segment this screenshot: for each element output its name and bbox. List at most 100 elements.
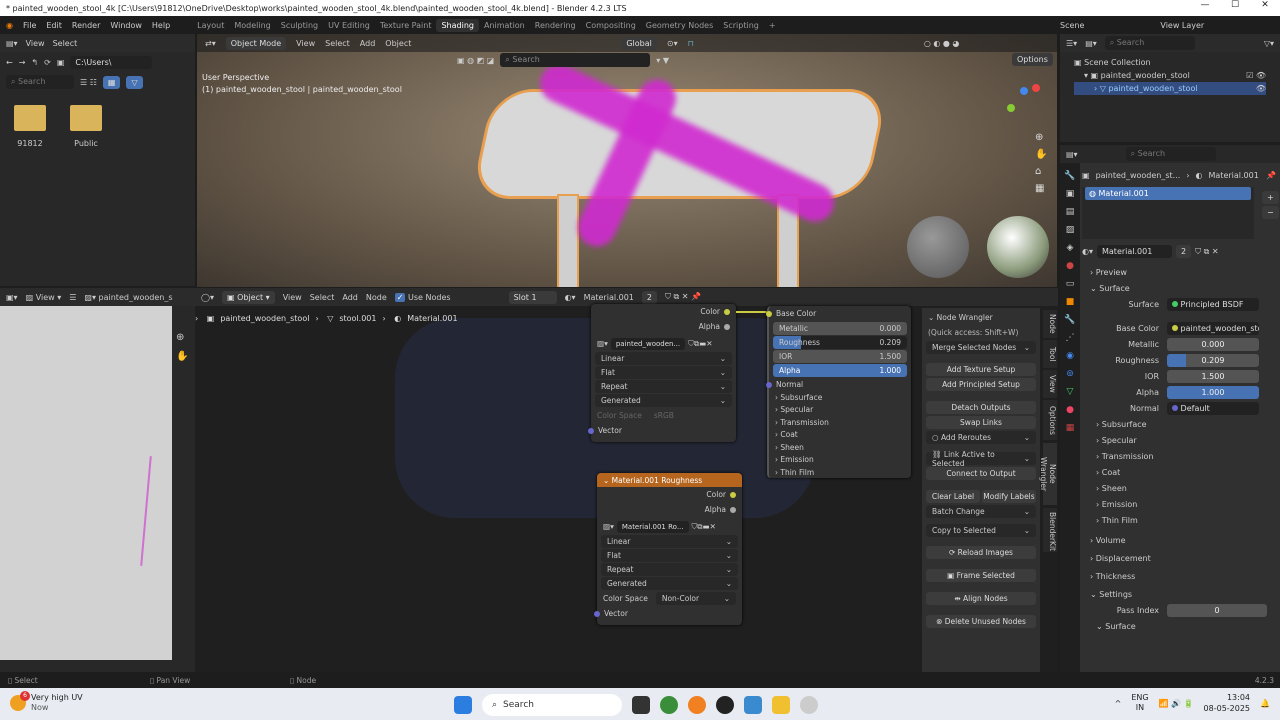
extension-dropdown[interactable]: Repeat ⌄ <box>595 380 732 393</box>
tab-shading[interactable]: Shading <box>436 18 479 32</box>
folder-item[interactable]: 91812 <box>14 105 46 148</box>
texture-tab-icon[interactable]: ▦ <box>1066 423 1075 433</box>
vector-input-socket[interactable] <box>594 610 600 617</box>
color-output-socket[interactable] <box>730 491 736 498</box>
sidebar-tab-view[interactable]: View <box>1043 370 1057 398</box>
tab-animation[interactable]: Animation <box>479 19 530 32</box>
file-explorer-icon[interactable] <box>772 696 790 714</box>
interpolation-dropdown[interactable]: Linear ⌄ <box>595 352 732 365</box>
bsdf-alpha-field[interactable]: Alpha 1.000 <box>773 364 907 377</box>
parent-dir-icon[interactable]: ↰ <box>31 58 38 67</box>
render-tab-icon[interactable]: ▣ <box>1066 189 1075 199</box>
menu-window[interactable]: Window <box>110 21 142 30</box>
section-specular[interactable]: › Specular <box>1082 432 1276 448</box>
vp-object-menu[interactable]: Object <box>385 39 411 48</box>
properties-tabs[interactable]: 🔧 ▣ ▤ ▨ ◈ ● ▭ ■ 🔧 ⋰ ◉ ⊚ ▽ ● ▦ <box>1060 163 1080 672</box>
shader-node-editor[interactable]: ◯▾ ▣ Object ▾ View Select Add Node ✓ Use… <box>195 288 1058 672</box>
options-button[interactable]: Options <box>1012 53 1053 66</box>
pivot-icon[interactable]: ⊙▾ <box>667 39 678 48</box>
alpha-output-socket[interactable] <box>730 506 736 513</box>
bsdf-ior-field[interactable]: IOR 1.500 <box>773 350 907 363</box>
bsdf-panel-coat[interactable]: › Coat <box>769 429 911 442</box>
use-nodes-checkbox[interactable]: ✓ Use Nodes <box>394 292 451 302</box>
sidebar-tab-node-wrangler[interactable]: Node Wrangler <box>1039 443 1057 505</box>
image-icon[interactable]: ▨▾ <box>597 339 608 348</box>
section-displacement[interactable]: › Displacement <box>1082 550 1276 566</box>
detach-outputs-button[interactable]: Detach Outputs <box>926 401 1036 414</box>
view-layer-tab-icon[interactable]: ▨ <box>1066 225 1075 235</box>
vp-search-input[interactable]: ⌕ Search <box>500 53 651 67</box>
3d-viewport[interactable]: ⇄▾ Object Mode View Select Add Object Gl… <box>197 34 1057 287</box>
image-browse[interactable]: ▨▾ painted_wooden_s <box>84 293 172 302</box>
modifier-tab-icon[interactable]: 🔧 <box>1064 315 1075 325</box>
tab-geometry-nodes[interactable]: Geometry Nodes <box>641 19 718 32</box>
source-dropdown[interactable]: Generated ⌄ <box>601 577 738 590</box>
normal-field[interactable]: Default <box>1167 401 1259 415</box>
image-actions[interactable]: ⛉⧉▬✕ <box>688 339 712 349</box>
path-input[interactable]: C:\Users\ <box>70 56 153 69</box>
merge-selected-dropdown[interactable]: Merge Selected Nodes ⌄ <box>926 341 1036 354</box>
new-folder-icon[interactable]: ▣ <box>57 58 65 67</box>
editor-type-icon[interactable]: ☰▾ <box>1066 39 1077 48</box>
bsdf-panel-sheen[interactable]: › Sheen <box>769 441 911 454</box>
vp-view-menu[interactable]: View <box>296 39 315 48</box>
menu-help[interactable]: Help <box>152 21 170 30</box>
ne-view-menu[interactable]: View <box>283 293 302 302</box>
refresh-icon[interactable]: ⟳ <box>44 58 51 67</box>
link-active-dropdown[interactable]: ⛓ Link Active to Selected ⌄ <box>926 450 1036 468</box>
physics-tab-icon[interactable]: ◉ <box>1066 351 1074 361</box>
particles-tab-icon[interactable]: ⋰ <box>1066 333 1075 343</box>
outliner-item-collection[interactable]: ▾ ▣ painted_wooden_stool ☑ 👁 <box>1074 69 1266 82</box>
connect-to-output-button[interactable]: Connect to Output <box>926 467 1036 480</box>
render-pass-icons[interactable]: ▣ ◍ ◩ ◪ <box>457 56 494 65</box>
modify-labels-button[interactable]: Modify Labels <box>982 490 1036 503</box>
zoom-icon[interactable]: ⊕ <box>176 332 188 343</box>
ior-field[interactable]: 1.500 <box>1167 369 1259 383</box>
object-mode-dropdown[interactable]: Object Mode <box>225 36 287 50</box>
clear-label-button[interactable]: Clear Label <box>926 490 980 503</box>
extension-dropdown[interactable]: Repeat ⌄ <box>601 563 738 576</box>
fake-user-icon[interactable]: ⛉ ⧉ ✕ <box>1195 247 1219 257</box>
navigation-gizmo[interactable] <box>1002 79 1046 123</box>
notification-icon[interactable]: 🔔 <box>1260 699 1270 708</box>
sidebar-tab-options[interactable]: Options <box>1043 400 1057 440</box>
display-mode-icon[interactable]: ☰ ☷ <box>80 78 97 87</box>
editor-type-icon[interactable]: ◯▾ <box>201 293 214 302</box>
add-principled-setup-button[interactable]: Add Principled Setup <box>926 378 1036 391</box>
editor-type-icon[interactable]: ▣▾ <box>6 293 18 302</box>
material-slot-list[interactable]: ◍ Material.001 <box>1082 187 1254 239</box>
collection-tab-icon[interactable]: ▭ <box>1066 279 1075 289</box>
bsdf-panel-transmission[interactable]: › Transmission <box>769 416 911 429</box>
metallic-field[interactable]: 0.000 <box>1167 337 1259 351</box>
outliner-item-object[interactable]: › ▽ painted_wooden_stool 👁 <box>1074 82 1266 95</box>
align-nodes-button[interactable]: ⇹ Align Nodes <box>926 592 1036 605</box>
projection-dropdown[interactable]: Flat ⌄ <box>601 549 738 562</box>
folder-item[interactable]: Public <box>70 105 102 148</box>
world-tab-icon[interactable]: ● <box>1066 261 1074 271</box>
image-canvas[interactable] <box>0 306 172 660</box>
sidebar-tab-node[interactable]: Node <box>1043 310 1057 338</box>
section-subsurface[interactable]: › Subsurface <box>1082 416 1276 432</box>
frame-selected-button[interactable]: ▣ Frame Selected <box>926 569 1036 582</box>
close-button[interactable]: ✕ <box>1250 0 1280 10</box>
app-icon[interactable] <box>800 696 818 714</box>
fb-search-input[interactable]: ⌕ Search <box>6 75 74 89</box>
filter-icon[interactable]: ▽ <box>126 75 143 89</box>
back-icon[interactable]: ← <box>6 58 13 67</box>
view-layer-selector[interactable]: View Layer <box>1160 21 1204 30</box>
grid-icon[interactable]: ▦ <box>1035 183 1047 194</box>
outliner-search-input[interactable]: ⌕ Search <box>1104 36 1195 50</box>
ie-view-menu[interactable]: ▨ View ▾ <box>26 293 62 302</box>
tab-modeling[interactable]: Modeling <box>229 19 275 32</box>
color-output-socket[interactable] <box>724 308 730 315</box>
ne-add-menu[interactable]: Add <box>342 293 358 302</box>
swap-links-button[interactable]: Swap Links <box>926 416 1036 429</box>
bsdf-panel-specular[interactable]: › Specular <box>769 404 911 417</box>
roughness-texture-node[interactable]: ⌄ Material.001 Roughness Color Alpha ▨▾ M… <box>594 473 742 625</box>
blender-icon[interactable] <box>688 696 706 714</box>
section-volume[interactable]: › Volume <box>1082 532 1276 548</box>
zoom-icon[interactable]: ⊕ <box>1035 132 1047 143</box>
start-icon[interactable] <box>454 696 472 714</box>
delete-unused-nodes-button[interactable]: ⊗ Delete Unused Nodes <box>926 615 1036 628</box>
editor-type-icon[interactable]: ⇄▾ <box>205 39 216 48</box>
